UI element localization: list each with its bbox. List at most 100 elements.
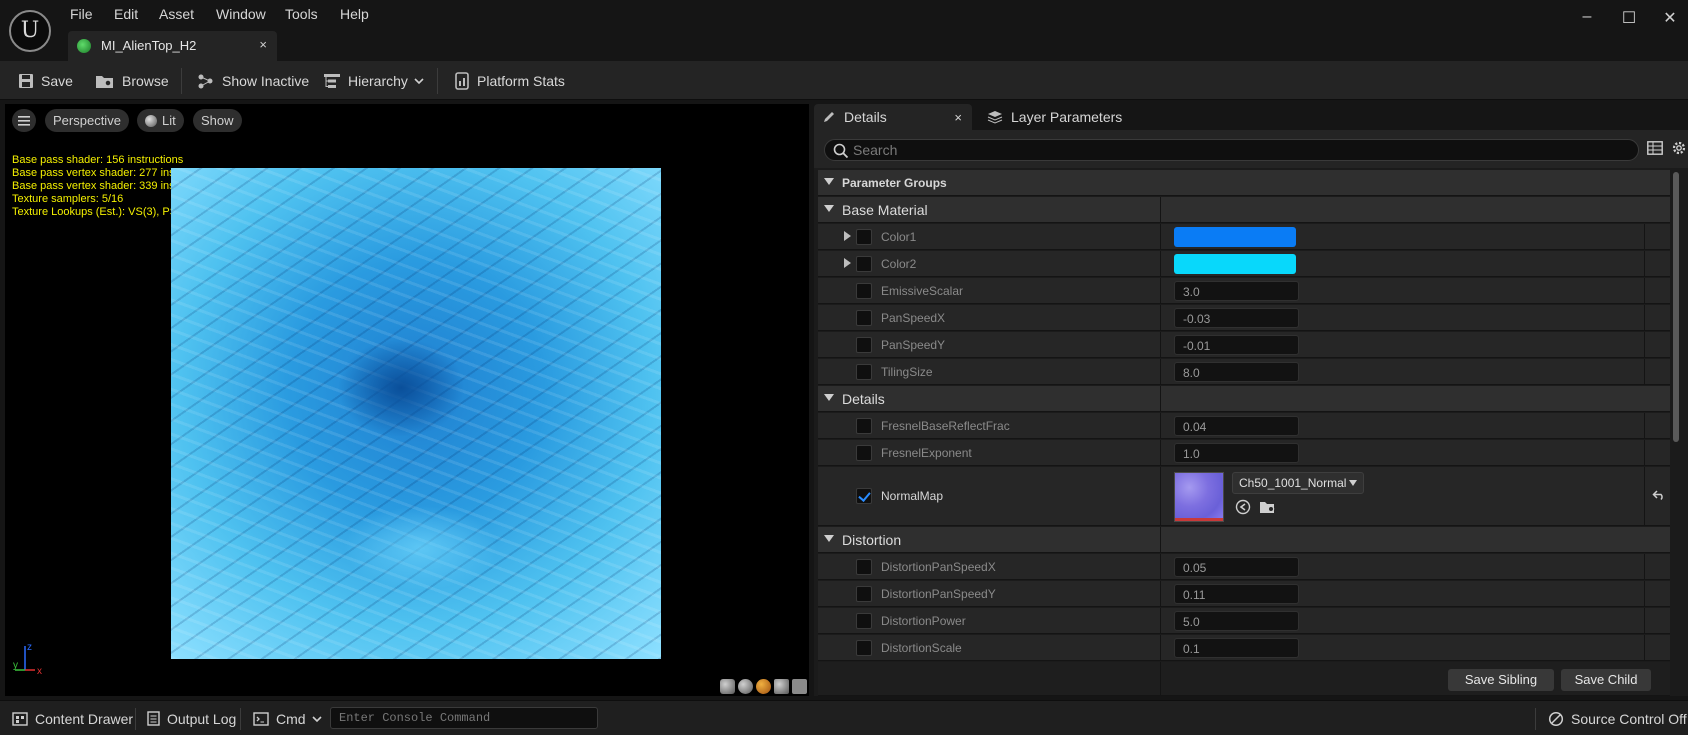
reset-to-default-icon[interactable] bbox=[1652, 489, 1666, 501]
viewport-options-button[interactable] bbox=[12, 109, 36, 132]
toolbar-separator bbox=[181, 68, 182, 94]
column-divider bbox=[1160, 635, 1161, 660]
toolbar: Save Browse Show Inactive Hierarchy Plat… bbox=[0, 61, 1688, 100]
show-inactive-button[interactable]: Show Inactive bbox=[197, 61, 309, 100]
browse-to-asset-icon[interactable] bbox=[1259, 499, 1277, 515]
tab-details[interactable]: Details × bbox=[814, 104, 972, 130]
cube-preview-icon[interactable] bbox=[774, 679, 789, 694]
save-button[interactable]: Save bbox=[18, 61, 73, 100]
column-divider bbox=[1644, 278, 1645, 303]
param-row-panspeedy: PanSpeedY -0.01 bbox=[818, 332, 1670, 358]
save-child-button[interactable]: Save Child bbox=[1561, 669, 1651, 691]
param-value-field[interactable]: 8.0 bbox=[1174, 362, 1299, 382]
perspective-button[interactable]: Perspective bbox=[45, 109, 129, 132]
column-divider bbox=[1160, 662, 1161, 695]
normal-map-thumbnail[interactable] bbox=[1174, 472, 1224, 522]
console-command-input[interactable] bbox=[339, 711, 589, 725]
param-enable-checkbox[interactable] bbox=[856, 256, 872, 272]
toolbar-separator bbox=[437, 68, 438, 94]
param-enable-checkbox[interactable] bbox=[856, 229, 872, 245]
menu-edit[interactable]: Edit bbox=[114, 6, 138, 22]
show-button[interactable]: Show bbox=[193, 109, 242, 132]
close-tab-icon[interactable]: × bbox=[954, 110, 962, 125]
parameter-groups-header[interactable]: Parameter Groups bbox=[818, 170, 1670, 196]
parameter-groups-label: Parameter Groups bbox=[842, 176, 947, 190]
unreal-logo-icon[interactable]: U bbox=[9, 10, 51, 52]
expand-arrow-icon[interactable] bbox=[844, 231, 851, 241]
column-divider bbox=[1160, 359, 1161, 384]
platform-stats-button[interactable]: Platform Stats bbox=[454, 61, 565, 100]
group-label: Base Material bbox=[842, 202, 928, 218]
custom-mesh-preview-icon[interactable] bbox=[792, 679, 807, 694]
plane-preview-icon[interactable] bbox=[756, 679, 771, 694]
cylinder-preview-icon[interactable] bbox=[720, 679, 735, 694]
texture-asset-picker[interactable]: Ch50_1001_Normal bbox=[1232, 472, 1364, 494]
source-control-button[interactable]: Source Control Off bbox=[1548, 701, 1687, 735]
param-enable-checkbox[interactable] bbox=[856, 559, 872, 575]
asset-editor-tab[interactable]: MI_AlienTop_H2 × bbox=[68, 31, 277, 61]
param-value-field[interactable]: 3.0 bbox=[1174, 281, 1299, 301]
output-log-button[interactable]: Output Log bbox=[147, 701, 236, 735]
param-value-field[interactable]: 0.1 bbox=[1174, 638, 1299, 658]
color1-swatch[interactable] bbox=[1174, 227, 1296, 247]
minimize-button[interactable]: – bbox=[1572, 8, 1602, 26]
color2-swatch[interactable] bbox=[1174, 254, 1296, 274]
param-enable-checkbox[interactable] bbox=[856, 418, 872, 434]
param-enable-checkbox[interactable] bbox=[856, 613, 872, 629]
param-enable-checkbox[interactable] bbox=[856, 283, 872, 299]
sphere-preview-icon[interactable] bbox=[738, 679, 753, 694]
close-window-button[interactable]: ✕ bbox=[1655, 8, 1685, 28]
param-enable-checkbox-checked[interactable] bbox=[856, 488, 872, 504]
param-enable-checkbox[interactable] bbox=[856, 586, 872, 602]
param-value-field[interactable]: 0.11 bbox=[1174, 584, 1299, 604]
menu-asset[interactable]: Asset bbox=[159, 6, 194, 22]
close-tab-icon[interactable]: × bbox=[259, 37, 267, 52]
table-view-icon[interactable] bbox=[1647, 141, 1663, 155]
group-header-distortion[interactable]: Distortion bbox=[818, 527, 1670, 553]
pencil-icon bbox=[824, 112, 834, 122]
tab-details-label: Details bbox=[844, 109, 887, 125]
menu-tools[interactable]: Tools bbox=[285, 6, 318, 22]
details-scrollbar[interactable] bbox=[1673, 172, 1679, 442]
group-header-base-material[interactable]: Base Material bbox=[818, 197, 1670, 223]
maximize-button[interactable]: ☐ bbox=[1614, 8, 1644, 28]
save-sibling-button[interactable]: Save Sibling bbox=[1448, 669, 1554, 691]
lit-button[interactable]: Lit bbox=[137, 109, 184, 132]
search-field[interactable] bbox=[824, 139, 1639, 161]
browse-button[interactable]: Browse bbox=[95, 61, 169, 100]
column-divider bbox=[1160, 278, 1161, 303]
param-enable-checkbox[interactable] bbox=[856, 337, 872, 353]
menu-window[interactable]: Window bbox=[216, 6, 266, 22]
content-drawer-button[interactable]: Content Drawer bbox=[12, 701, 133, 735]
param-value-field[interactable]: 0.05 bbox=[1174, 557, 1299, 577]
param-row-fresnelbasereflectfrac: FresnelBaseReflectFrac 0.04 bbox=[818, 413, 1670, 439]
param-name: DistortionPanSpeedY bbox=[881, 587, 996, 601]
group-header-details[interactable]: Details bbox=[818, 386, 1670, 412]
param-value-field[interactable]: 5.0 bbox=[1174, 611, 1299, 631]
menu-help[interactable]: Help bbox=[340, 6, 369, 22]
console-command-field[interactable] bbox=[330, 707, 598, 729]
material-preview-viewport[interactable]: Perspective Lit Show Base pass shader: 1… bbox=[5, 104, 809, 696]
use-selected-asset-icon[interactable] bbox=[1235, 499, 1251, 515]
param-value-field[interactable]: 0.04 bbox=[1174, 416, 1299, 436]
show-inactive-label: Show Inactive bbox=[222, 72, 310, 89]
param-value-field[interactable]: -0.03 bbox=[1174, 308, 1299, 328]
param-enable-checkbox[interactable] bbox=[856, 445, 872, 461]
hierarchy-dropdown[interactable]: Hierarchy bbox=[323, 61, 431, 100]
param-enable-checkbox[interactable] bbox=[856, 310, 872, 326]
chevron-down-icon bbox=[1349, 480, 1357, 486]
param-value-field[interactable]: -0.01 bbox=[1174, 335, 1299, 355]
param-name: DistortionScale bbox=[881, 641, 962, 655]
cmd-dropdown[interactable]: Cmd bbox=[253, 701, 329, 735]
column-divider bbox=[1644, 554, 1645, 579]
param-enable-checkbox[interactable] bbox=[856, 364, 872, 380]
texture-asset-name: Ch50_1001_Normal bbox=[1239, 476, 1347, 490]
search-input[interactable] bbox=[853, 142, 1613, 158]
tab-layer-parameters[interactable]: Layer Parameters bbox=[979, 104, 1122, 130]
param-value-field[interactable]: 1.0 bbox=[1174, 443, 1299, 463]
gear-icon[interactable] bbox=[1671, 140, 1687, 156]
column-divider bbox=[1160, 251, 1161, 276]
param-enable-checkbox[interactable] bbox=[856, 640, 872, 656]
menu-file[interactable]: File bbox=[70, 6, 93, 22]
expand-arrow-icon[interactable] bbox=[844, 258, 851, 268]
